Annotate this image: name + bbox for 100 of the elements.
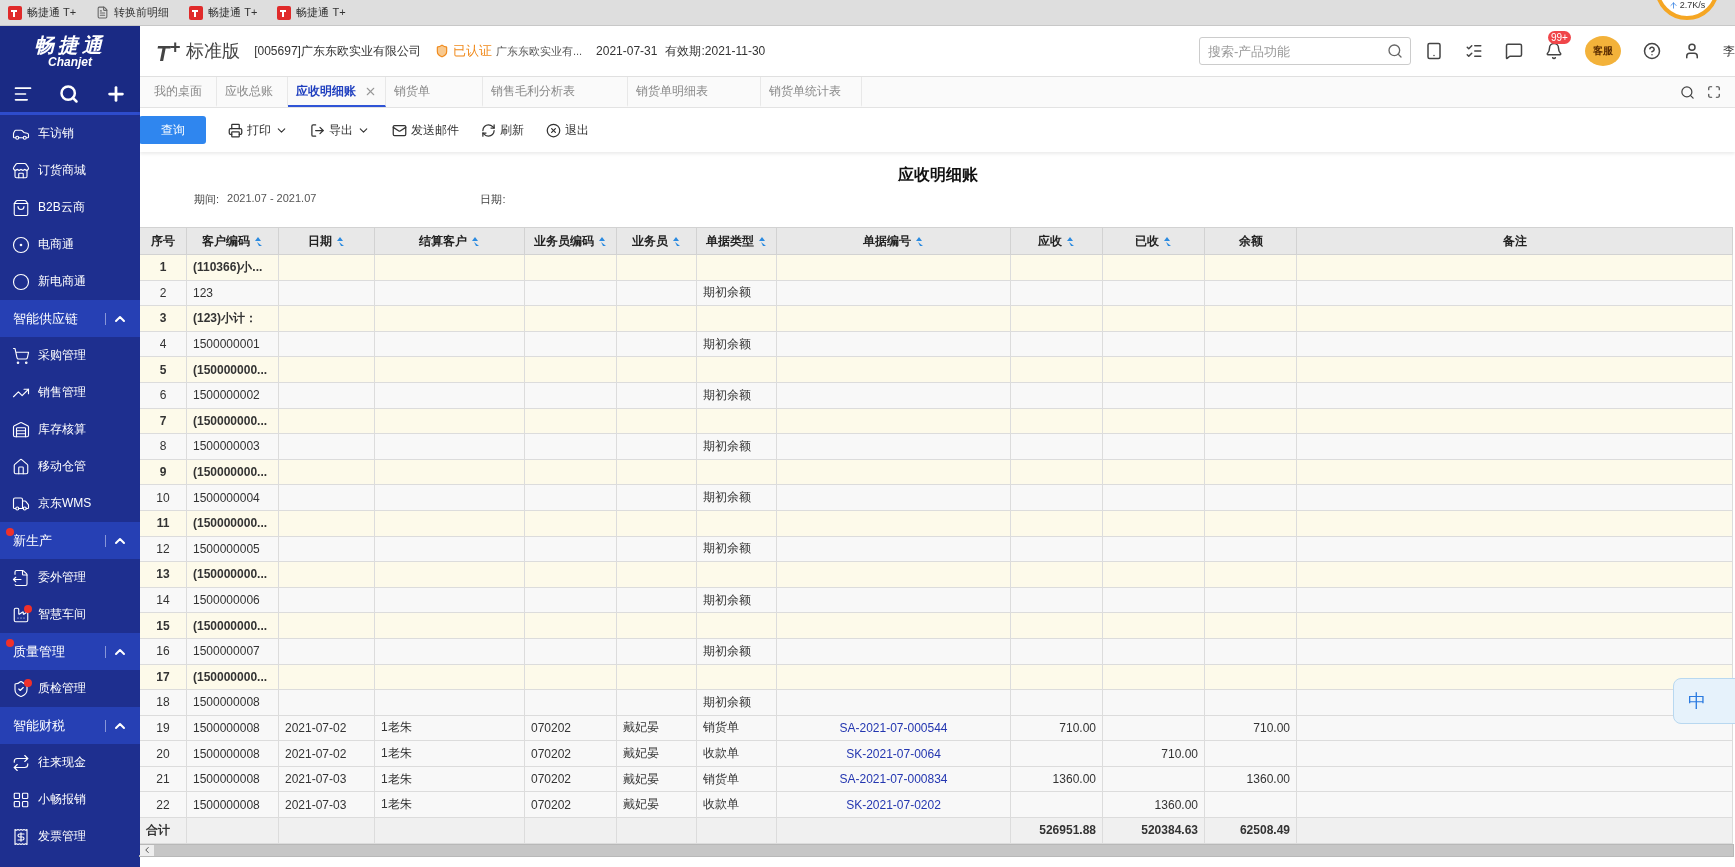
table-cell: 1500000008 <box>193 746 260 761</box>
table-cell: 16 <box>156 644 170 659</box>
house-icon <box>12 457 30 476</box>
truck-icon <box>12 494 30 513</box>
table-cell: 4 <box>159 337 167 352</box>
help-icon[interactable] <box>1643 42 1661 60</box>
table-cell: 13 <box>156 567 170 582</box>
message-icon[interactable] <box>1505 42 1523 60</box>
table-cell: 戴妃晏 <box>623 771 659 786</box>
menu-section[interactable]: 质量管理 <box>0 633 140 670</box>
table-cell: 710.00 <box>1059 721 1096 735</box>
table-cell: 17 <box>156 669 170 684</box>
ime-widget[interactable]: 中 <box>1673 678 1735 724</box>
browser-tab[interactable]: 畅捷通 T+ <box>296 5 346 20</box>
column-header: 序号 <box>139 227 187 255</box>
toolbar-button[interactable]: 导出 <box>310 121 370 139</box>
table-cell: 1500000008 <box>193 797 260 812</box>
tab[interactable]: 销货单明细表 <box>628 77 761 107</box>
app-icon <box>277 5 292 20</box>
search-field[interactable]: 搜索-产品功能 <box>1199 37 1411 65</box>
table-cell: (150000000... <box>193 669 268 684</box>
browser-tab[interactable]: 畅捷通 T+ <box>208 5 258 20</box>
column-header[interactable]: 已收 <box>1102 227 1205 255</box>
column-header[interactable]: 客户编码 <box>186 227 279 255</box>
tab[interactable]: 销货单统计表 <box>761 77 862 107</box>
table-cell: 2021-07-03 <box>285 797 347 812</box>
table-cell: 1500000007 <box>193 644 260 659</box>
table-cell: 070202 <box>531 721 572 735</box>
query-button[interactable]: 查询 <box>139 116 206 144</box>
table-cell: 戴妃晏 <box>623 746 659 761</box>
browser-tab[interactable]: 畅捷通 T+ <box>27 5 77 20</box>
factory-icon <box>12 605 30 624</box>
service-button[interactable]: 客服 <box>1585 36 1621 66</box>
table-cell: 期初余额 <box>703 643 751 658</box>
table-cell: 2021-07-02 <box>285 721 347 735</box>
printer-icon <box>228 122 243 138</box>
receipt-icon <box>12 827 30 846</box>
total-cell: 合计 <box>146 822 170 837</box>
table-cell: 戴妃晏 <box>623 720 659 735</box>
tab[interactable]: 销售毛利分析表 <box>483 77 628 107</box>
table-cell: 21 <box>156 772 170 787</box>
circle-icon <box>12 272 30 291</box>
bell-icon[interactable] <box>1545 42 1563 60</box>
add-icon[interactable] <box>105 83 127 105</box>
table-cell: 10 <box>156 490 170 505</box>
table-cell: 20 <box>156 746 170 761</box>
menu-section[interactable]: 智能财税 <box>0 707 140 744</box>
notification-badge: 99+ <box>1548 31 1571 44</box>
search-icon[interactable] <box>1680 84 1695 100</box>
menu-icon[interactable] <box>13 84 33 104</box>
column-header[interactable]: 单据类型 <box>696 227 777 255</box>
browser-tab[interactable]: 转换前明细 <box>114 5 170 20</box>
toolbar-button[interactable]: 发送邮件 <box>392 121 459 139</box>
table-cell: 3 <box>159 311 167 326</box>
table-cell: 期初余额 <box>703 694 751 709</box>
upload-icon <box>1668 1 1678 10</box>
fullscreen-icon[interactable] <box>1707 85 1721 99</box>
column-header: 备注 <box>1296 227 1733 255</box>
tab[interactable]: 应收总账 <box>217 77 288 107</box>
table-cell: 1老朱 <box>381 797 412 812</box>
table-cell: 1360.00 <box>1052 772 1096 787</box>
table-cell: 2021-07-02 <box>285 746 347 761</box>
table-cell: 1老朱 <box>381 720 412 735</box>
toolbar-button[interactable]: 退出 <box>546 121 589 139</box>
circle-icon <box>12 235 30 254</box>
column-header[interactable]: 日期 <box>278 227 375 255</box>
table-cell: (123)小计： <box>193 311 257 325</box>
validity-text: 有效期:2021-11-30 <box>665 42 766 60</box>
toolbar-button[interactable]: 刷新 <box>481 121 524 139</box>
table-cell: 710.00 <box>1161 746 1198 761</box>
tablet-icon[interactable] <box>1425 42 1443 60</box>
search-icon[interactable] <box>1387 43 1403 59</box>
total-cell: 520384.63 <box>1141 823 1198 838</box>
refresh-icon <box>481 122 496 138</box>
shield-icon <box>434 44 449 58</box>
menu-section[interactable]: 新生产 <box>0 522 140 559</box>
table-cell: 2021-07-03 <box>285 772 347 787</box>
column-header[interactable]: 业务员 <box>616 227 697 255</box>
table-cell: 070202 <box>531 797 572 812</box>
column-header[interactable]: 单据编号 <box>776 227 1011 255</box>
column-header[interactable]: 应收 <box>1010 227 1103 255</box>
certified-company: 广东东欧实业有... <box>495 43 583 59</box>
scroll-left-icon[interactable] <box>142 845 152 856</box>
table-cell: 收款单 <box>703 746 739 761</box>
search-icon[interactable] <box>59 84 79 104</box>
column-header[interactable]: 业务员编码 <box>524 227 617 255</box>
grid-icon <box>12 790 30 809</box>
total-cell: 526951.88 <box>1039 823 1096 838</box>
company-name: [005697]广东东欧实业有限公司 <box>254 42 421 60</box>
column-header[interactable]: 结算客户 <box>374 227 525 255</box>
tab[interactable]: 应收明细账 <box>288 77 386 107</box>
menu-section[interactable]: 智能供应链 <box>0 300 140 337</box>
table-cell: 1500000001 <box>193 337 260 352</box>
date-label: 日期: <box>480 192 506 207</box>
user-icon[interactable] <box>1683 42 1701 60</box>
tab[interactable]: 我的桌面 <box>146 77 217 107</box>
table-cell: (110366)小... <box>193 259 263 274</box>
tab[interactable]: 销货单 <box>386 77 483 107</box>
toolbar-button[interactable]: 打印 <box>228 121 288 139</box>
checklist-icon[interactable] <box>1465 42 1483 60</box>
